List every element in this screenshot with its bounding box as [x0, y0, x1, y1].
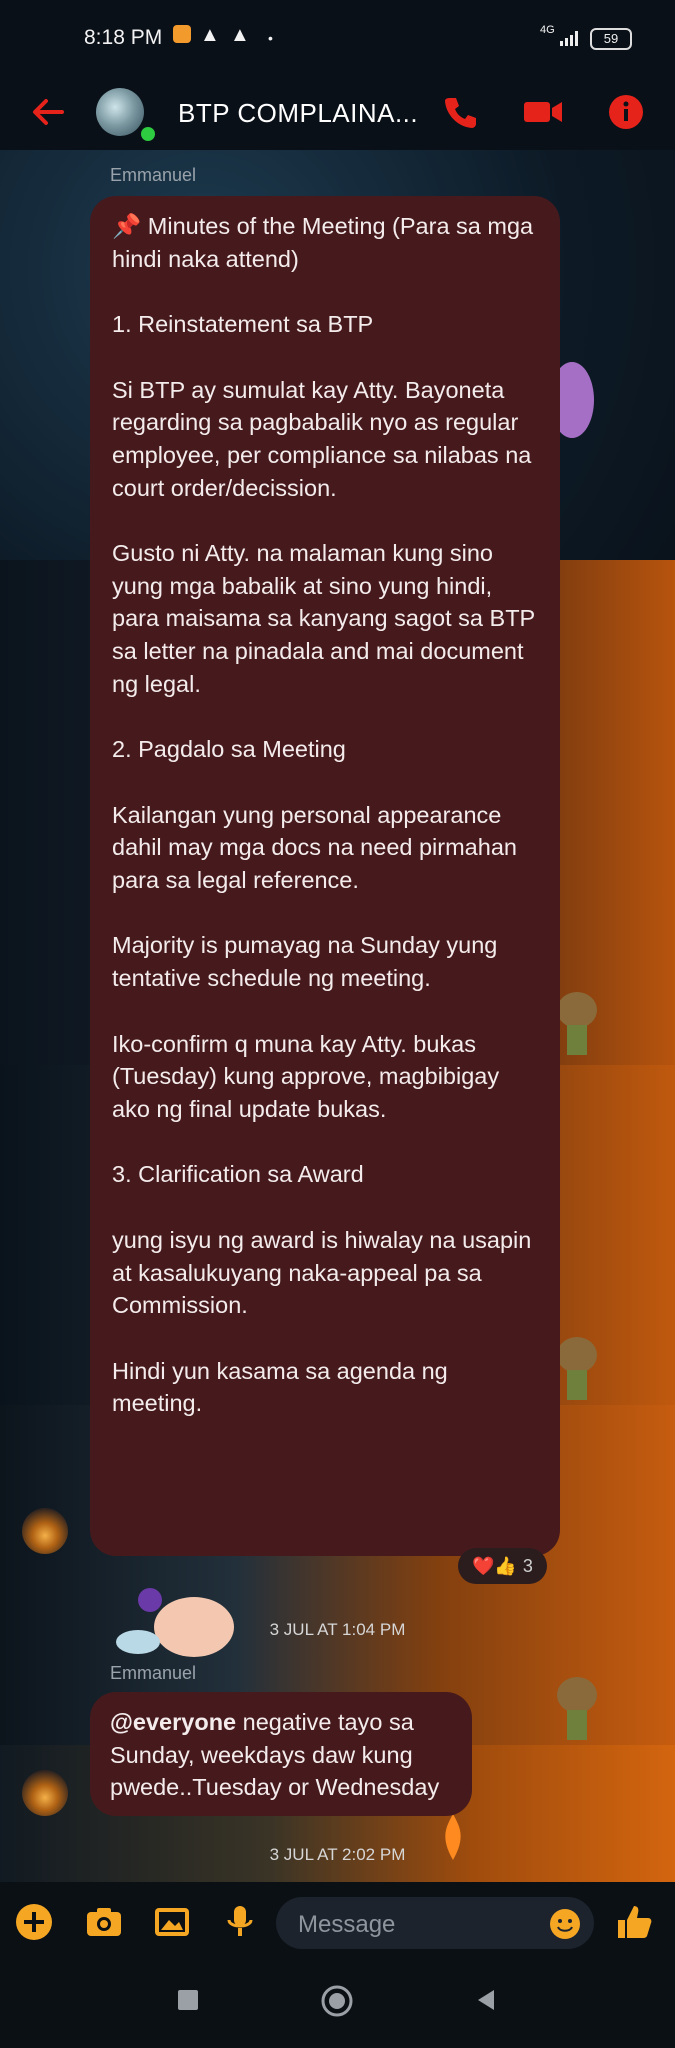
notification-app-icon: [172, 24, 192, 50]
status-bar: 8:18 PM ▲ ▲ • 4G 59: [0, 0, 675, 78]
home-circle-icon[interactable]: [320, 1984, 354, 2023]
info-icon[interactable]: [606, 92, 646, 132]
warning-icon: ▲: [200, 24, 220, 46]
phone-icon[interactable]: [440, 92, 480, 132]
reaction-emojis: ❤️👍: [472, 1556, 517, 1576]
recents-square-icon[interactable]: [176, 1988, 200, 2017]
chat-header: BTP COMPLAINA...: [0, 78, 675, 146]
message-text: 📌 Minutes of the Meeting (Para sa mga hi…: [112, 213, 535, 1417]
timestamp: 3 JUL AT 2:02 PM: [269, 1845, 406, 1864]
image-icon[interactable]: [152, 1902, 192, 1942]
warning-icon: ▲: [230, 24, 250, 46]
message-sender: Emmanuel: [110, 165, 197, 185]
online-indicator: [139, 125, 157, 143]
wallpaper-character-icon: [557, 1677, 597, 1740]
microphone-icon[interactable]: [220, 1902, 260, 1942]
plus-icon[interactable]: [14, 1902, 54, 1942]
message-bubble[interactable]: 📌 Minutes of the Meeting (Para sa mga hi…: [90, 196, 560, 1556]
sender-avatar[interactable]: [22, 1770, 68, 1816]
system-nav-bar: [0, 1964, 675, 2048]
emoji-icon[interactable]: [548, 1907, 582, 1941]
signal-icon: [560, 30, 582, 46]
message-composer: Message: [0, 1882, 675, 1964]
camera-icon[interactable]: [84, 1902, 124, 1942]
message-text: @everyone negative tayo sa Sunday, weekd…: [110, 1709, 440, 1801]
status-time: 8:18 PM: [84, 26, 163, 49]
message-placeholder: Message: [298, 1911, 396, 1938]
sender-avatar[interactable]: [22, 1508, 68, 1554]
arrow-left-icon[interactable]: [28, 92, 68, 132]
network-type: 4G: [540, 24, 555, 36]
mention-everyone[interactable]: @everyone: [110, 1709, 236, 1735]
battery-level: 59: [590, 28, 632, 50]
timestamp: 3 JUL AT 1:04 PM: [269, 1620, 406, 1639]
message-input[interactable]: Message: [276, 1897, 594, 1949]
video-camera-icon[interactable]: [522, 92, 566, 132]
group-avatar[interactable]: [96, 88, 144, 136]
back-triangle-icon[interactable]: [474, 1988, 498, 2017]
dot-icon: •: [268, 30, 273, 46]
thumbs-up-icon[interactable]: [614, 1902, 654, 1942]
chat-title[interactable]: BTP COMPLAINA...: [178, 98, 418, 129]
message-sender: Emmanuel: [110, 1663, 197, 1683]
reaction-count: 3: [522, 1556, 533, 1576]
message-bubble[interactable]: @everyone negative tayo sa Sunday, weekd…: [90, 1692, 472, 1816]
message-reactions[interactable]: ❤️👍 3: [458, 1548, 547, 1584]
